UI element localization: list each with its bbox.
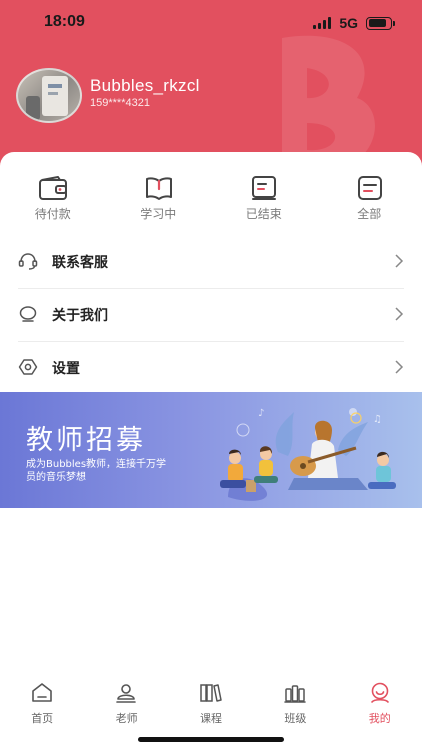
tab-label: 课程: [199, 712, 222, 725]
menu-settings[interactable]: 设置: [0, 342, 422, 395]
signal-icon: [313, 17, 332, 29]
menu-label: 设置: [52, 361, 80, 377]
wallet-icon: [39, 176, 67, 200]
battery-icon: [366, 16, 395, 30]
status-time: 18:09: [44, 13, 85, 30]
profile-header: 18:09 5G Bubbles_rkzcl 159****4321: [0, 0, 422, 175]
order-finished[interactable]: 已结束: [211, 172, 317, 228]
svg-text:♪: ♪: [258, 408, 264, 419]
status-bar: 18:09 5G: [0, 0, 422, 44]
home-indicator: [138, 737, 284, 742]
avatar[interactable]: [16, 68, 82, 123]
settings-icon: [18, 359, 38, 375]
menu-label: 关于我们: [52, 308, 108, 324]
status-indicators: 5G: [313, 15, 395, 31]
menu-contact-support[interactable]: 联系客服: [0, 236, 422, 289]
teacher-icon: [116, 684, 137, 703]
tab-label: 首页: [31, 712, 54, 725]
tab-label: 我的: [368, 712, 391, 725]
class-icon: [284, 685, 306, 703]
open-book-icon: [145, 177, 172, 200]
account-card: 待付款 学习中 已结束 全部 联系客服 关于我们 设置: [0, 152, 422, 392]
order-label: 待付款: [34, 207, 71, 221]
order-learning[interactable]: 学习中: [106, 172, 212, 228]
closed-book-icon: [252, 176, 276, 200]
tab-label: 老师: [115, 712, 138, 725]
svg-text:♫: ♫: [373, 414, 382, 425]
music-class-illustration: ♪ ♫: [220, 408, 396, 501]
home-icon: [32, 683, 52, 702]
phone-number: 159****4321: [90, 97, 150, 109]
chevron-right-icon: [395, 360, 404, 374]
chevron-right-icon: [395, 254, 404, 268]
profile-icon: [370, 682, 389, 703]
network-type: 5G: [339, 15, 358, 31]
tab-courses[interactable]: 课程: [169, 681, 253, 725]
order-pending-payment[interactable]: 待付款: [0, 172, 106, 228]
order-status-row: 待付款 学习中 已结束 全部: [0, 172, 422, 228]
banner-title: 教师招募: [26, 425, 146, 456]
tab-label: 班级: [284, 712, 307, 725]
menu-label: 联系客服: [52, 255, 108, 271]
tab-classes[interactable]: 班级: [253, 681, 337, 725]
document-list-icon: [357, 176, 382, 200]
headset-icon: [18, 253, 38, 270]
chevron-right-icon: [395, 307, 404, 321]
tab-home[interactable]: 首页: [0, 681, 84, 725]
order-label: 全部: [357, 207, 382, 221]
order-all[interactable]: 全部: [317, 172, 422, 228]
my-profile-screen: 18:09 5G Bubbles_rkzcl 159****4321 待付款 学…: [0, 0, 422, 750]
username[interactable]: Bubbles_rkzcl: [90, 76, 200, 96]
menu-about-us[interactable]: 关于我们: [0, 289, 422, 342]
banner-subtitle: 成为Bubbles教师，连接千万学员的音乐梦想: [26, 459, 167, 483]
order-label: 已结束: [245, 207, 282, 221]
settings-menu: 联系客服 关于我们 设置: [0, 236, 422, 395]
order-label: 学习中: [140, 207, 177, 221]
books-icon: [200, 684, 222, 702]
battery-level: [368, 19, 387, 27]
speech-bubble-icon: [19, 306, 37, 322]
tab-teacher[interactable]: 老师: [84, 681, 168, 725]
tab-mine[interactable]: 我的: [338, 681, 422, 725]
teacher-recruit-banner[interactable]: 教师招募 成为Bubbles教师，连接千万学员的音乐梦想 ♪ ♫: [0, 392, 422, 508]
